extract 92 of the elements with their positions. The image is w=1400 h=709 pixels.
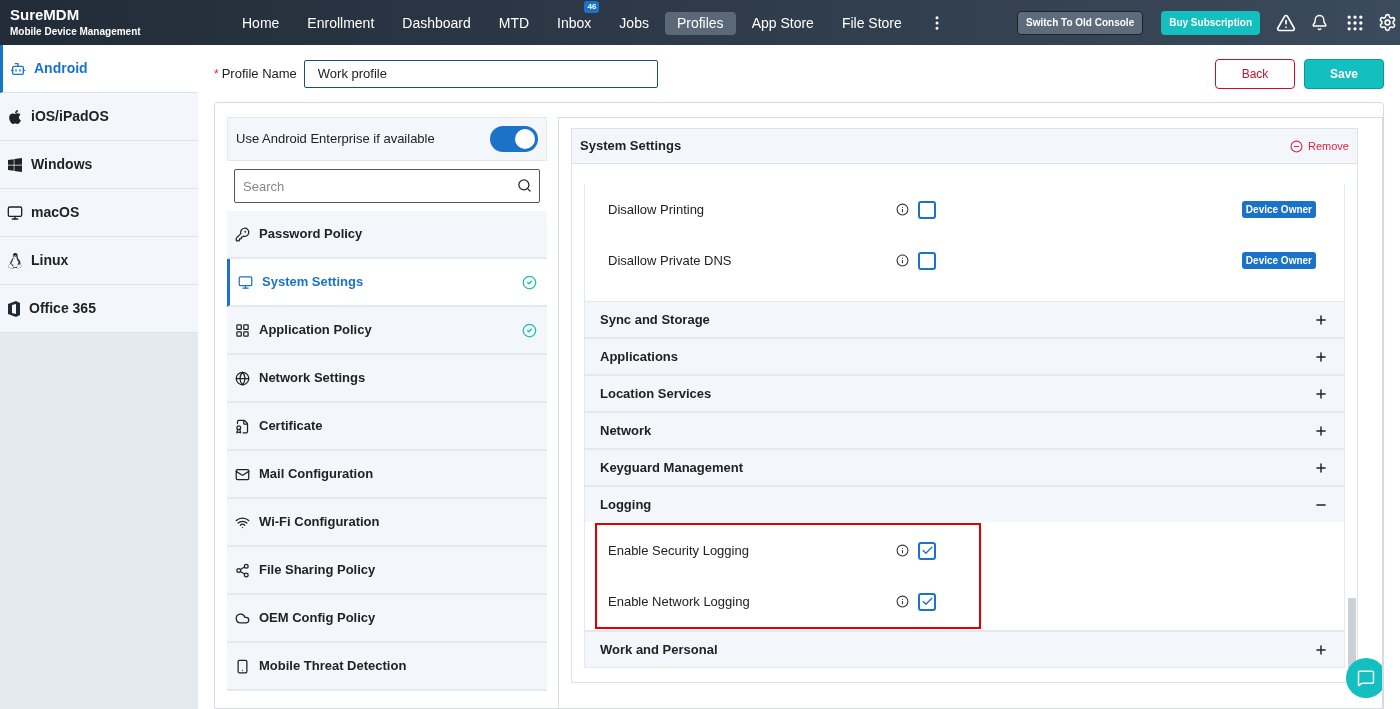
office-icon: [7, 300, 21, 317]
monitor-icon: [238, 274, 253, 290]
nav-tab[interactable]: Jobs: [607, 11, 661, 35]
nav-tab[interactable]: Inbox: [545, 11, 604, 35]
device-owner-badge: Device Owner: [1241, 252, 1316, 269]
info-icon: [896, 203, 909, 216]
policy-item[interactable]: Password Policy: [227, 211, 547, 259]
phone-icon: [235, 658, 250, 674]
platform-item[interactable]: macOS: [0, 189, 198, 237]
profile-name-label: Profile Name: [221, 64, 297, 83]
chat-icon: [1357, 669, 1375, 687]
expand-icon[interactable]: [1314, 642, 1328, 657]
section-header[interactable]: Keyguard Management: [585, 449, 1344, 485]
robot-icon: [10, 60, 26, 77]
nav-tab[interactable]: Profiles: [664, 11, 736, 35]
mail-icon: [235, 466, 250, 482]
policy-item[interactable]: Certificate: [227, 403, 547, 451]
wifi-icon: [235, 514, 250, 530]
remove-button[interactable]: Remove: [1290, 137, 1349, 155]
policy-item[interactable]: File Sharing Policy: [227, 547, 547, 595]
complete-check-icon: [522, 322, 537, 338]
card-title: System Settings: [580, 137, 683, 156]
profile-name-field[interactable]: Work profile: [303, 59, 658, 88]
complete-check-icon: [522, 274, 537, 290]
checkbox[interactable]: [918, 592, 936, 611]
toggle-switch[interactable]: [490, 126, 538, 152]
enterprise-toggle-label: Use Android Enterprise if available: [236, 130, 436, 149]
platform-item[interactable]: Linux: [0, 237, 198, 285]
platform-item[interactable]: Office 365: [0, 285, 198, 333]
policy-item[interactable]: Mobile Threat Detection: [227, 643, 547, 691]
setting-label: Disallow Private DNS: [608, 251, 733, 270]
settings-icon[interactable]: [1378, 13, 1397, 32]
policy-item[interactable]: Mail Configuration: [227, 451, 547, 499]
required-mark: *: [214, 65, 219, 83]
expand-icon[interactable]: [1314, 312, 1328, 327]
policy-item[interactable]: System Settings: [227, 259, 547, 307]
nav-tab[interactable]: MTD: [486, 11, 542, 35]
globe-icon: [235, 370, 250, 386]
check-icon: [920, 544, 934, 557]
policy-item[interactable]: Network Settings: [227, 355, 547, 403]
key-icon: [235, 226, 250, 242]
platform-item[interactable]: Android: [0, 45, 198, 93]
nav-tab[interactable]: Enrollment: [295, 11, 387, 35]
back-button[interactable]: Back: [1215, 58, 1295, 89]
cloud-icon: [235, 610, 250, 626]
check-icon: [920, 595, 934, 608]
penguin-icon: [7, 252, 23, 269]
bell-icon[interactable]: [1311, 14, 1328, 31]
apple-icon: [7, 108, 23, 125]
section-header[interactable]: Logging: [585, 486, 1344, 522]
setting-label: Enable Security Logging: [608, 541, 750, 560]
minus-circle-icon: [1290, 139, 1304, 153]
switch-console-button[interactable]: Switch To Old Console: [1017, 10, 1144, 35]
brand-name: SureMDM: [10, 6, 81, 24]
expand-icon[interactable]: [1314, 423, 1328, 438]
device-owner-badge: Device Owner: [1241, 201, 1316, 218]
setting-label: Enable Network Logging: [608, 592, 751, 611]
expand-icon[interactable]: [1314, 386, 1328, 401]
share-icon: [235, 562, 250, 578]
nav-tab[interactable]: Dashboard: [390, 11, 483, 35]
windows-icon: [7, 156, 23, 173]
platform-item[interactable]: iOS/iPadOS: [0, 93, 198, 141]
checkbox[interactable]: [918, 251, 936, 270]
grid-icon: [235, 322, 250, 338]
nav-tab[interactable]: File Store: [829, 11, 914, 35]
monitor-icon: [7, 204, 23, 221]
nav-tab[interactable]: Home: [230, 11, 292, 35]
info-icon: [896, 595, 909, 608]
policy-item[interactable]: Wi-Fi Configuration: [227, 499, 547, 547]
checkbox[interactable]: [918, 200, 936, 219]
inbox-count-badge: 46: [584, 0, 600, 13]
search-field[interactable]: Search: [234, 169, 540, 203]
search-icon: [517, 178, 532, 193]
checkbox[interactable]: [918, 541, 936, 560]
policy-item[interactable]: Application Policy: [227, 307, 547, 355]
expand-icon[interactable]: [1314, 349, 1328, 364]
section-header[interactable]: Sync and Storage: [585, 301, 1344, 337]
brand-subtitle: Mobile Device Management: [10, 25, 142, 39]
info-icon: [896, 544, 909, 557]
platform-item[interactable]: Windows: [0, 141, 198, 189]
section-header[interactable]: Applications: [585, 338, 1344, 374]
section-header[interactable]: Work and Personal: [585, 631, 1344, 667]
info-icon: [896, 254, 909, 267]
certificate-icon: [235, 418, 250, 434]
policy-item[interactable]: OEM Config Policy: [227, 595, 547, 643]
section-header[interactable]: Network: [585, 412, 1344, 448]
setting-label: Disallow Printing: [608, 200, 706, 219]
nav-tab[interactable]: App Store: [739, 11, 826, 35]
scrollbar-thumb[interactable]: [1348, 598, 1356, 668]
section-header[interactable]: Location Services: [585, 375, 1344, 411]
warning-icon[interactable]: [1276, 12, 1296, 33]
expand-icon[interactable]: [1314, 460, 1328, 475]
